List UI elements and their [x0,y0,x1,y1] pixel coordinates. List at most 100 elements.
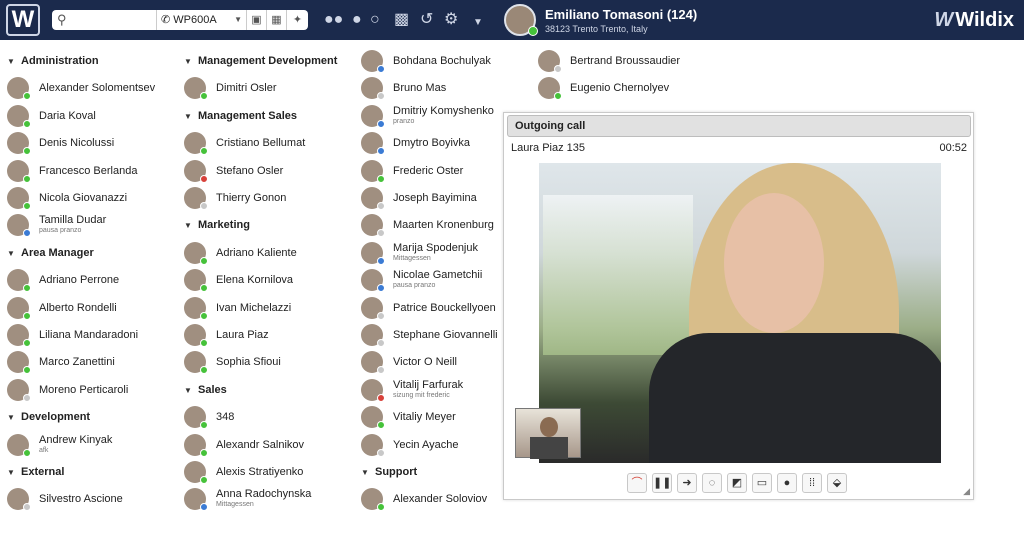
contact-item[interactable]: Alexis Stratiyenko [184,459,359,486]
collapse-icon: ▼ [184,221,192,231]
contact-item[interactable]: Denis Nicolussi [7,130,182,157]
presence-dot [200,476,208,484]
contact-item[interactable]: Anna Radochynska Mittagessen [184,486,359,513]
contact-item[interactable]: Laura Piaz [184,322,359,349]
contact-name: Ivan Michelazzi [216,301,292,314]
contact-name: Sophia Sfioui [216,356,281,369]
contact-item[interactable]: Alexander Solomentsev [7,75,182,102]
hangup-button[interactable]: ⌒ [627,473,647,493]
group-header[interactable]: ▼ External [7,462,64,482]
phonebook-icon[interactable]: ▩ [394,11,409,29]
group-label: Management Development [198,55,338,67]
group-header[interactable]: ▼ Sales [184,380,227,400]
transfer-icon[interactable]: ▣ [246,10,266,30]
contact-name: Frederic Oster [393,164,464,177]
group-label: Sales [198,383,227,396]
keypad-button[interactable]: ⁞⁞ [802,473,822,493]
device-select[interactable]: ✆ WP600A ▼ [156,10,246,30]
group-header[interactable]: ▼ Management Development [184,51,337,71]
contact-name: Daria Koval [39,109,96,122]
call-timer: 00:52 [939,142,967,154]
contact-name: Bohdana Bochulyak [393,55,491,67]
presence-dot [23,284,31,293]
contact-item[interactable]: Marco Zanettini [7,349,182,376]
group-label: Management Sales [198,109,298,122]
contact-item[interactable]: Francesco Berlanda [7,158,182,185]
chat-icon[interactable]: ○ [370,11,380,29]
contact-name: Alexandr Salnikov [216,438,305,451]
status-dot [528,26,538,36]
transfer-button[interactable]: ➜ [677,473,697,493]
chevron-down-icon: ▼ [234,15,242,24]
call-header[interactable]: Outgoing call [507,115,971,137]
contact-item[interactable]: Adriano Kaliente [184,240,359,267]
group-header[interactable]: ▼ Area Manager [7,243,94,263]
screen-share-button[interactable]: ▭ [752,473,772,493]
contact-name: Dmytro Boyivka [393,137,471,150]
contact-item[interactable]: Andrew Kinyak afk [7,432,182,459]
caret-down-icon[interactable]: ▼ [473,14,483,32]
call-window[interactable]: Outgoing call Laura Piaz 135 00:52 ⌒ ❚❚ ➜ ◌… [503,112,974,500]
contact-item[interactable]: Adriano Perrone [7,267,182,294]
contact-item[interactable]: Tamilla Dudar pausa pranzo [7,212,182,239]
group-header[interactable]: ▼ Administration [7,51,99,71]
contact-item[interactable]: Thierry Gonon [184,185,359,212]
hold-button[interactable]: ❚❚ [652,473,672,493]
contact-item[interactable]: Ivan Michelazzi [184,295,359,322]
location-icon[interactable]: ● [352,11,362,29]
contact-item[interactable]: Daria Koval [7,103,182,130]
presence-dot [200,92,208,101]
group-header[interactable]: ▼ Support [361,462,417,482]
pin-icon[interactable]: ✦ [286,10,308,30]
presence-dot [377,448,385,457]
settings-icon[interactable]: ⚙ [444,11,458,29]
contact-name: Nicolae Gametchii [393,269,483,282]
group-header[interactable]: ▼ Development [7,407,90,427]
contact-name: 348 [216,411,235,424]
presence-dot [377,92,385,101]
contact-name: Elena Kornilova [216,274,294,287]
contact-item[interactable]: Cristiano Bellumat [184,130,359,157]
contact-name: Maarten Kronenburg [393,219,494,232]
group-header[interactable]: ▼ Management Sales [184,106,297,126]
contact-item[interactable]: Alberto Rondelli [7,295,182,322]
presence-dot [377,311,385,320]
contact-name: Bertrand Broussaudier [570,55,681,67]
presence-dot [23,311,31,320]
resize-grip-icon[interactable]: ◢ [963,486,970,497]
contact-item[interactable]: Nicola Giovanazzi [7,185,182,212]
record-button[interactable]: ● [777,473,797,493]
chat-button[interactable]: ◌ [702,473,722,493]
contact-name: Nicola Giovanazzi [39,192,128,204]
contact-item[interactable]: Eugenio Chernolyev [538,75,713,102]
group-header[interactable]: ▼ Marketing [184,215,250,235]
collapse-icon: ▼ [7,468,15,477]
contact-item[interactable]: Bohdana Bochulyak [361,48,536,75]
contact-item[interactable]: Elena Kornilova [184,267,359,294]
users-icon[interactable]: ●● [324,11,343,29]
contact-item[interactable]: Liliana Mandaradoni [7,322,182,349]
contact-item[interactable]: 348 [184,404,359,431]
contact-item[interactable]: Silvestro Ascione [7,486,182,513]
user-name[interactable]: Emiliano Tomasoni (124) [545,7,697,22]
collapse-icon: ▼ [184,385,192,395]
contact-item[interactable]: Stefano Osler [184,158,359,185]
history-icon[interactable]: ↺ [420,11,433,29]
contact-item[interactable]: Bruno Mas [361,75,536,102]
tag-button[interactable]: ⬙ [827,473,847,493]
contact-item[interactable]: Sophia Sfioui [184,349,359,376]
contact-name: Denis Nicolussi [39,137,115,150]
presence-dot [377,393,385,402]
contact-name: Silvestro Ascione [39,493,123,506]
presence-dot [377,202,385,210]
contact-item[interactable]: Bertrand Broussaudier [538,48,713,75]
search-input[interactable]: ⚲ [52,10,156,30]
wildix-logo[interactable]: W [6,4,40,36]
video-off-button[interactable]: ◩ [727,473,747,493]
keypad-icon[interactable]: ▦ [266,10,286,30]
local-video-preview[interactable] [515,408,581,459]
presence-dot [23,393,31,402]
contact-item[interactable]: Alexandr Salnikov [184,432,359,459]
contact-item[interactable]: Dimitri Osler [184,75,359,102]
contact-item[interactable]: Moreno Perticaroli [7,377,182,404]
